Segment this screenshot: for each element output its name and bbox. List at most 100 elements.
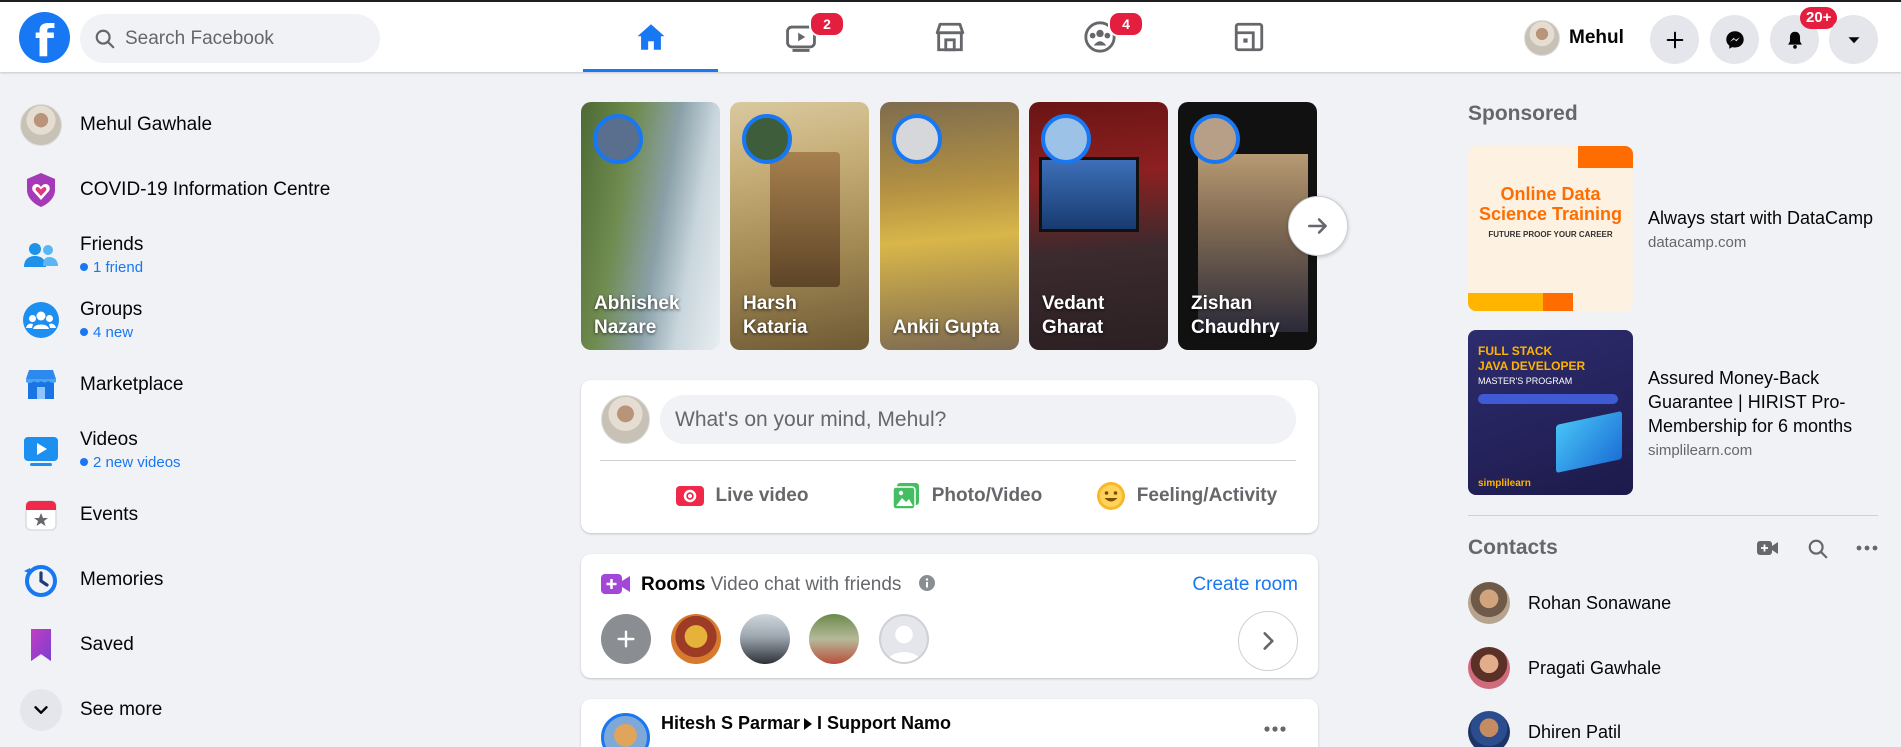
search-input[interactable]: [125, 27, 365, 50]
default-user-icon: [887, 625, 921, 662]
sidebar-item-events[interactable]: Events: [14, 482, 514, 547]
caret-down-icon: [1848, 36, 1859, 43]
tab-groups[interactable]: 4: [1032, 2, 1167, 72]
room-friend-avatar[interactable]: [809, 614, 859, 664]
avatar: [1524, 20, 1560, 56]
sidebar-item-label: Marketplace: [80, 373, 184, 395]
sidebar-item-label: Saved: [80, 633, 134, 655]
room-friend-avatar[interactable]: [671, 614, 721, 664]
ad-title: Always start with DataCamp: [1648, 208, 1874, 228]
story-card[interactable]: Ankii Gupta: [880, 102, 1019, 350]
messenger-button[interactable]: [1710, 15, 1759, 64]
plus-icon: [617, 630, 635, 648]
ad-domain: datacamp.com: [1648, 234, 1747, 251]
tab-marketplace[interactable]: [882, 2, 1017, 72]
caret-right-icon: [804, 718, 812, 730]
story-name-line1: Abhishek: [594, 293, 680, 314]
rooms-next-button[interactable]: [1238, 611, 1298, 671]
sidebar-item-videos[interactable]: Videos 2 new videos: [14, 417, 514, 482]
left-sidebar: Mehul Gawhale COVID-19 Information Centr…: [14, 92, 514, 742]
ad-image: FULL STACK JAVA DEVELOPER MASTER'S PROGR…: [1468, 330, 1633, 495]
new-room-video-icon[interactable]: [1757, 539, 1779, 557]
feeling-activity-label: Feeling/Activity: [1136, 485, 1278, 506]
ad-image: Online Data Science Training FUTURE PROO…: [1468, 146, 1633, 311]
feeling-activity-button[interactable]: Feeling/Activity: [1086, 468, 1286, 524]
ad-title: Assured Money-Back Guarantee | HIRIST Pr…: [1648, 368, 1853, 436]
rooms-title: Rooms: [641, 574, 706, 595]
tab-watch[interactable]: 2: [733, 2, 868, 72]
photo-video-button[interactable]: Photo/Video: [866, 468, 1066, 524]
sidebar-item-see-more[interactable]: See more: [14, 677, 514, 742]
room-friend-avatar[interactable]: [879, 614, 929, 664]
create-button[interactable]: [1650, 15, 1699, 64]
account-menu-button[interactable]: [1829, 15, 1878, 64]
story-avatar: [892, 114, 942, 164]
sidebar-item-profile[interactable]: Mehul Gawhale: [14, 92, 514, 157]
create-room-avatar-button[interactable]: [601, 614, 651, 664]
contact-item[interactable]: Pragati Gawhale: [1468, 639, 1661, 697]
story-avatar: [1041, 114, 1091, 164]
story-name-line1: Zishan: [1191, 293, 1253, 314]
smiley-icon: [1096, 482, 1125, 510]
friends-icon: [24, 242, 58, 267]
chevron-right-icon: [1263, 632, 1274, 650]
contacts-heading: Contacts: [1468, 536, 1558, 559]
profile-chip[interactable]: Mehul: [1524, 20, 1624, 56]
story-card[interactable]: Abhishek Nazare: [581, 102, 720, 350]
story-card[interactable]: Vedant Gharat: [1029, 102, 1168, 350]
ad-image-title-2: JAVA DEVELOPER: [1478, 359, 1586, 373]
sidebar-item-sub: 4 new: [80, 324, 142, 341]
contact-name: Rohan Sonawane: [1528, 592, 1672, 613]
whats-on-your-mind-input[interactable]: [660, 395, 1296, 444]
calendar-star-icon: [25, 499, 57, 531]
tab-home[interactable]: [583, 2, 718, 72]
post-author-avatar[interactable]: [601, 713, 650, 747]
sidebar-item-label: Memories: [80, 568, 164, 590]
plus-icon: [1666, 31, 1683, 48]
rooms-video-icon: [601, 574, 630, 594]
post-group[interactable]: I Support Namo: [817, 713, 951, 734]
create-room-link[interactable]: Create room: [1192, 574, 1298, 596]
story-card[interactable]: Harsh Kataria: [730, 102, 869, 350]
live-video-icon: [675, 486, 704, 506]
sidebar-item-saved[interactable]: Saved: [14, 612, 514, 677]
search-box[interactable]: [80, 14, 380, 63]
groups-icon: [23, 301, 59, 338]
contact-item[interactable]: Dhiren Patil: [1468, 703, 1621, 747]
stories-next-button[interactable]: [1288, 196, 1348, 256]
chevron-down-icon: [34, 705, 48, 714]
bookmark-icon: [31, 628, 51, 661]
story-name-line2: Ankii Gupta: [893, 317, 1000, 338]
sidebar-item-memories[interactable]: Memories: [14, 547, 514, 612]
story-name-line1: Vedant: [1042, 293, 1105, 314]
sidebar-item-sub: 2 new videos: [80, 454, 181, 471]
sponsored-ad[interactable]: FULL STACK JAVA DEVELOPER MASTER'S PROGR…: [1468, 330, 1888, 495]
story-name-line2: Chaudhry: [1191, 317, 1280, 338]
post-author[interactable]: Hitesh S Parmar: [661, 713, 800, 734]
sidebar-item-groups[interactable]: Groups 4 new: [14, 287, 514, 352]
sponsored-heading: Sponsored: [1468, 102, 1578, 125]
divider: [600, 460, 1296, 461]
room-friend-avatar[interactable]: [740, 614, 790, 664]
contact-name: Dhiren Patil: [1528, 721, 1622, 742]
info-icon[interactable]: [918, 574, 936, 592]
story-name-line2: Kataria: [743, 317, 808, 338]
live-video-button[interactable]: Live video: [641, 468, 841, 524]
rooms-card: Rooms · Video chat with friends Create r…: [581, 554, 1318, 678]
arrow-right-icon: [1308, 218, 1327, 234]
contacts-more-icon[interactable]: [1856, 544, 1878, 552]
more-options-icon[interactable]: [1263, 725, 1287, 733]
profile-name: Mehul: [1569, 27, 1624, 48]
sponsored-ad[interactable]: Online Data Science Training FUTURE PROO…: [1468, 146, 1888, 311]
ad-image-title-1: FULL STACK: [1478, 344, 1553, 358]
tab-gaming[interactable]: [1181, 2, 1316, 72]
feed-post: Hitesh S Parmar I Support Namo: [581, 699, 1318, 747]
story-name-line2: Gharat: [1042, 317, 1104, 338]
sidebar-item-friends[interactable]: Friends 1 friend: [14, 222, 514, 287]
facebook-logo-icon[interactable]: f: [19, 12, 70, 63]
sidebar-item-covid[interactable]: COVID-19 Information Centre: [14, 157, 514, 222]
story-avatar: [742, 114, 792, 164]
sidebar-item-marketplace[interactable]: Marketplace: [14, 352, 514, 417]
search-contacts-icon[interactable]: [1807, 538, 1829, 560]
contact-item[interactable]: Rohan Sonawane: [1468, 574, 1671, 632]
